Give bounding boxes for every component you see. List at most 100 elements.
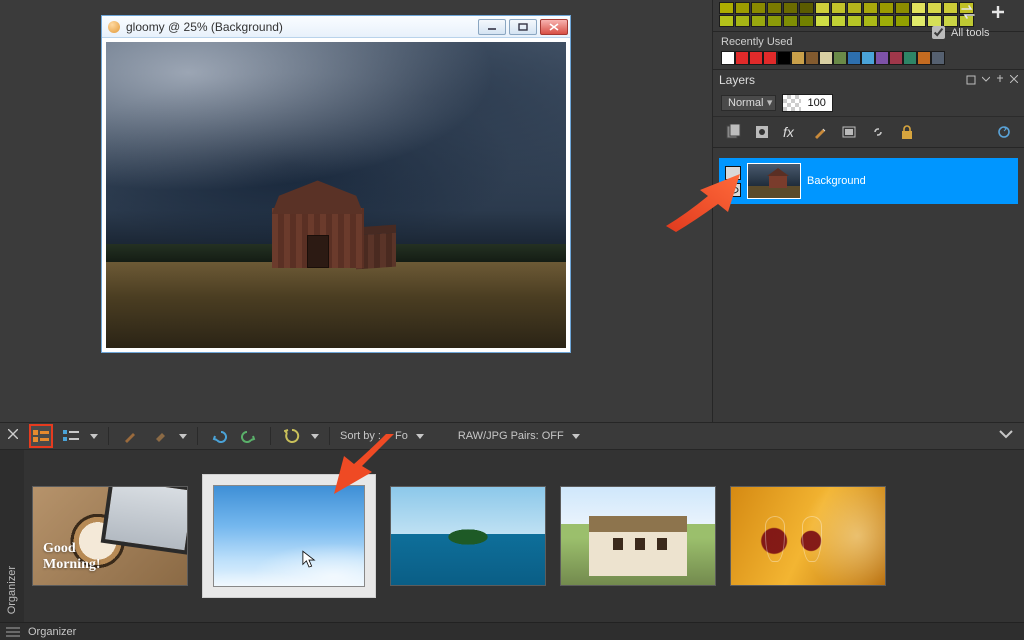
layers-panel-header[interactable]: Layers [713, 69, 1024, 90]
status-mode-label[interactable]: Organizer [28, 626, 76, 638]
recent-swatch[interactable] [917, 51, 931, 65]
organizer-thumb-0[interactable] [32, 486, 188, 586]
rotate-icon[interactable] [281, 425, 303, 447]
visibility-toggle-icon[interactable] [725, 183, 741, 197]
organizer-collapse-icon[interactable] [998, 428, 1014, 440]
add-swatch-icon[interactable] [988, 2, 1008, 22]
color-swatch[interactable] [911, 2, 926, 14]
raw-dropdown-icon[interactable] [572, 434, 580, 439]
recent-swatch[interactable] [889, 51, 903, 65]
color-swatch[interactable] [895, 15, 910, 27]
recent-swatch[interactable] [847, 51, 861, 65]
recent-swatch[interactable] [875, 51, 889, 65]
layer-group-icon[interactable] [839, 122, 859, 142]
blend-mode-select[interactable]: Normal [721, 95, 776, 111]
color-swatch[interactable] [767, 15, 782, 27]
recent-swatch[interactable] [721, 51, 735, 65]
color-swatch[interactable] [895, 2, 910, 14]
redo-icon[interactable] [238, 425, 260, 447]
all-tools-checkbox[interactable]: All tools [928, 24, 1014, 41]
organizer-panel: Organizer [0, 450, 1024, 622]
color-swatch[interactable] [879, 15, 894, 27]
thumbnail-image [390, 486, 546, 586]
raw-jpg-pairs-toggle[interactable]: RAW/JPG Pairs: OFF [458, 430, 564, 442]
document-title: gloomy @ 25% (Background) [126, 20, 472, 34]
layer-row-background[interactable]: Background [719, 158, 1018, 204]
recent-swatch[interactable] [861, 51, 875, 65]
maximize-button[interactable] [509, 19, 537, 35]
organizer-thumb-3[interactable] [560, 486, 716, 586]
color-swatch[interactable] [879, 2, 894, 14]
undo-icon[interactable] [208, 425, 230, 447]
recent-swatch[interactable] [791, 51, 805, 65]
layer-refresh-icon[interactable] [994, 122, 1014, 142]
document-titlebar[interactable]: gloomy @ 25% (Background) [102, 16, 570, 38]
color-swatch[interactable] [735, 2, 750, 14]
panel-menu-icon[interactable] [966, 75, 976, 85]
layer-effects-icon[interactable]: fx [781, 122, 801, 142]
minimize-button[interactable] [478, 19, 506, 35]
sort-by-value[interactable]: Fo [395, 430, 408, 442]
color-swatch[interactable] [847, 2, 862, 14]
svg-text:fx: fx [783, 124, 795, 140]
brush-layer-icon[interactable] [810, 122, 830, 142]
color-swatch[interactable] [831, 2, 846, 14]
color-swatch[interactable] [799, 15, 814, 27]
color-swatch[interactable] [719, 15, 734, 27]
new-mask-icon[interactable] [752, 122, 772, 142]
swap-colors-icon[interactable] [958, 2, 978, 22]
organizer-thumb-4[interactable] [730, 486, 886, 586]
recent-swatch[interactable] [763, 51, 777, 65]
recent-swatch[interactable] [903, 51, 917, 65]
thumbnail-image [32, 486, 188, 586]
panel-pin-icon[interactable] [996, 75, 1004, 85]
color-swatch[interactable] [847, 15, 862, 27]
panel-dropdown-icon[interactable] [982, 75, 990, 85]
color-swatch[interactable] [911, 15, 926, 27]
brush-tool-icon[interactable] [119, 425, 141, 447]
lock-layer-icon[interactable] [897, 122, 917, 142]
color-swatch[interactable] [799, 2, 814, 14]
color-swatch[interactable] [863, 15, 878, 27]
color-swatch[interactable] [735, 15, 750, 27]
color-swatch[interactable] [815, 15, 830, 27]
recent-swatch[interactable] [931, 51, 945, 65]
image-document-window: gloomy @ 25% (Background) [101, 15, 571, 353]
color-swatch[interactable] [719, 2, 734, 14]
organizer-thumb-2[interactable] [390, 486, 546, 586]
all-tools-label: All tools [951, 27, 990, 39]
panel-close-icon[interactable] [1010, 75, 1018, 85]
blank-toggle-icon[interactable] [725, 166, 741, 180]
new-layer-icon[interactable] [723, 122, 743, 142]
link-layers-icon[interactable] [868, 122, 888, 142]
list-view-button[interactable] [60, 425, 82, 447]
thumbnail-view-button[interactable] [30, 425, 52, 447]
recent-swatch[interactable] [777, 51, 791, 65]
view-dropdown-icon[interactable] [90, 434, 98, 439]
color-swatch[interactable] [831, 15, 846, 27]
color-swatch[interactable] [767, 2, 782, 14]
close-button[interactable] [540, 19, 568, 35]
color-swatch[interactable] [783, 15, 798, 27]
document-canvas[interactable] [106, 42, 566, 348]
color-swatch[interactable] [751, 2, 766, 14]
color-swatch[interactable] [815, 2, 830, 14]
recent-swatch[interactable] [735, 51, 749, 65]
recent-swatch[interactable] [833, 51, 847, 65]
organizer-close-icon[interactable] [8, 429, 22, 443]
color-swatch[interactable] [863, 2, 878, 14]
organizer-thumb-1-selected[interactable] [202, 474, 376, 598]
status-bar: Organizer [0, 622, 1024, 640]
sort-dropdown-icon[interactable] [416, 434, 424, 439]
rotate-dropdown-icon[interactable] [311, 434, 319, 439]
color-swatch[interactable] [751, 15, 766, 27]
eraser-tool-icon[interactable] [149, 425, 171, 447]
organizer-side-tab[interactable]: Organizer [0, 450, 24, 622]
layer-opacity-input[interactable]: 100 [782, 94, 832, 112]
recent-swatch[interactable] [805, 51, 819, 65]
recently-used-swatches[interactable] [713, 51, 1024, 69]
recent-swatch[interactable] [819, 51, 833, 65]
color-swatch[interactable] [783, 2, 798, 14]
recent-swatch[interactable] [749, 51, 763, 65]
tool-dropdown-icon[interactable] [179, 434, 187, 439]
